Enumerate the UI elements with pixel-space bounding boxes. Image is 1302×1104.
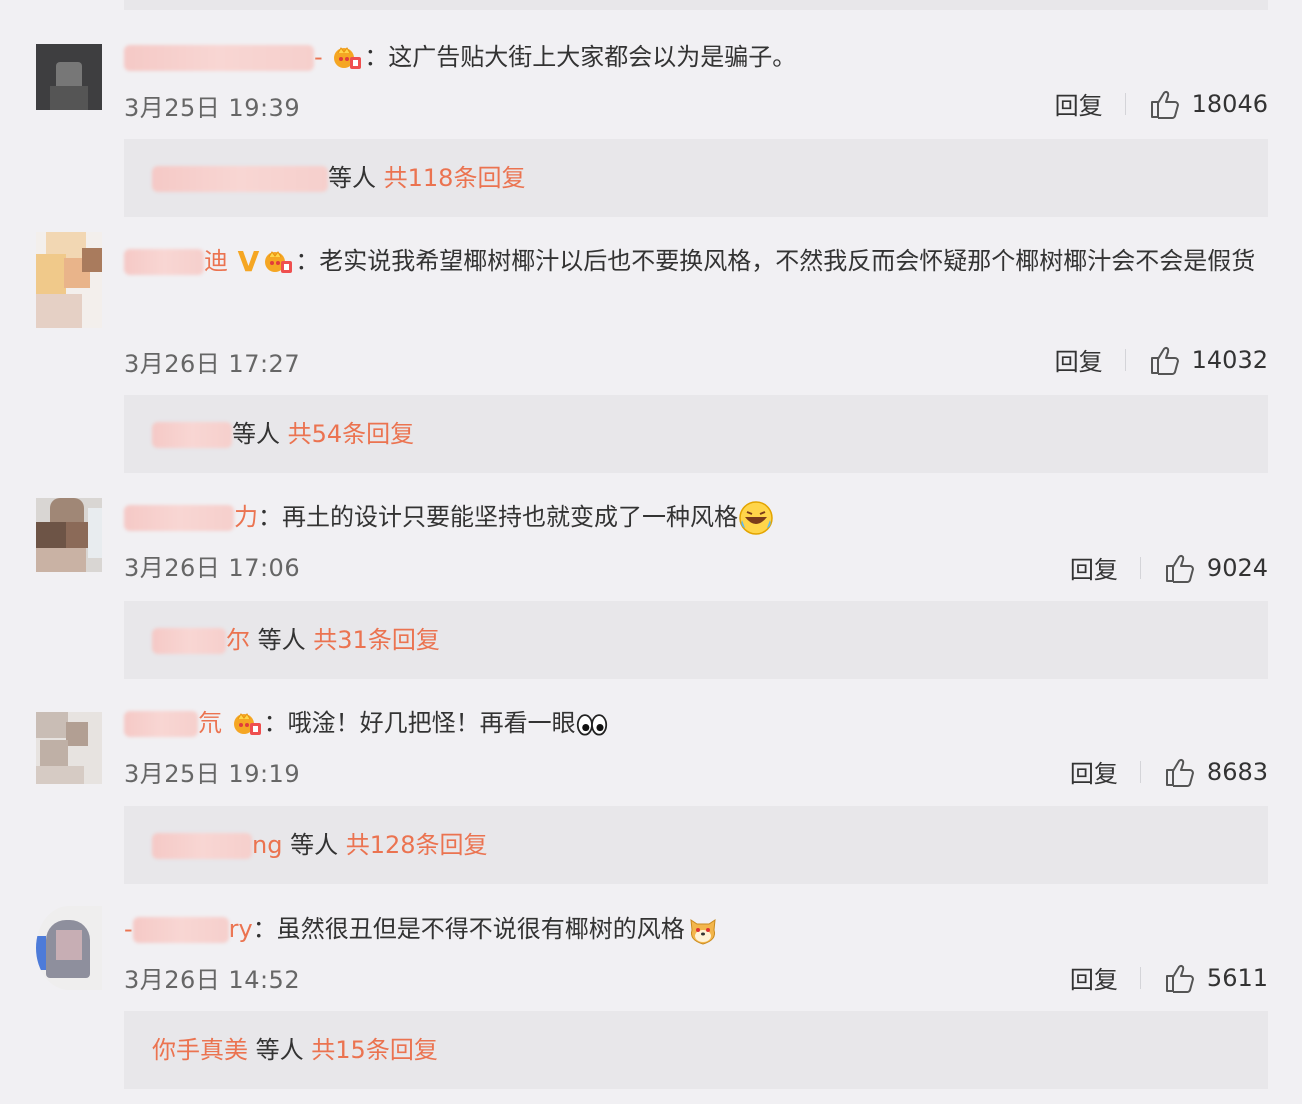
eyes-emoji-icon <box>576 714 607 736</box>
thumbs-up-icon[interactable] <box>1163 552 1195 584</box>
timestamp: 3月26日 14:52 <box>124 966 301 994</box>
reply-summary[interactable]: 等人 共54条回复 <box>124 395 1268 473</box>
divider <box>1139 760 1141 783</box>
divider <box>1124 92 1126 115</box>
reply-button[interactable]: 回复 <box>1055 86 1103 121</box>
avatar[interactable] <box>36 232 102 328</box>
like-count: 8683 <box>1206 757 1268 786</box>
username[interactable] <box>124 711 198 737</box>
reply-count-link[interactable]: 共118条回复 <box>384 164 526 192</box>
reply-count-link[interactable]: 共31条回复 <box>313 626 440 654</box>
reply-count-link[interactable]: 共15条回复 <box>311 1036 438 1064</box>
reply-summary[interactable]: 你手真美 等人 共15条回复 <box>124 1011 1268 1089</box>
reply-username[interactable] <box>152 422 232 448</box>
timestamp: 3月25日 19:19 <box>124 760 301 788</box>
previous-reply-box-edge <box>124 0 1268 10</box>
thumbs-up-icon[interactable] <box>1163 756 1195 788</box>
reply-button[interactable]: 回复 <box>1070 960 1118 995</box>
timestamp: 3月25日 19:39 <box>124 94 301 122</box>
comment-text-line: 氘 ：哦淦！好几把怪！再看一眼 <box>124 698 608 748</box>
reply-count-link[interactable]: 共54条回复 <box>288 420 415 448</box>
timestamp: 3月26日 17:06 <box>124 554 301 582</box>
like-count: 14032 <box>1191 345 1268 374</box>
comment-actions: 回复 9024 <box>1070 550 1268 585</box>
comment-actions: 回复 5611 <box>1070 960 1268 995</box>
avatar[interactable] <box>36 44 102 110</box>
reply-username[interactable]: 你手真美 <box>152 1036 248 1064</box>
verified-v-icon: V <box>237 245 260 278</box>
reply-count-link[interactable]: 共128条回复 <box>346 831 488 859</box>
comment-actions: 回复 8683 <box>1070 754 1268 789</box>
reply-summary[interactable]: 尔 等人 共31条回复 <box>124 601 1268 679</box>
comment-text-line: - ：这广告贴大街上大家都会以为是骗子。 <box>124 32 796 82</box>
reply-username[interactable] <box>152 833 252 859</box>
comment-text: ：虽然很丑但是不得不说很有椰树的风格 <box>252 915 685 943</box>
divider <box>1124 348 1126 371</box>
reply-summary[interactable]: ng 等人 共128条回复 <box>124 806 1268 884</box>
comment-text-line: 迪 V ：老实说我希望椰树椰汁以后也不要换风格，不然我反而会怀疑那个椰树椰汁会不会… <box>124 236 1274 287</box>
timestamp: 3月26日 17:27 <box>124 350 301 378</box>
like-count: 18046 <box>1191 89 1268 118</box>
comment-actions: 回复 18046 <box>1055 86 1268 121</box>
fan-badge-icon <box>263 247 293 277</box>
avatar[interactable] <box>36 498 102 572</box>
comment-text: ：老实说我希望椰树椰汁以后也不要换风格，不然我反而会怀疑那个椰树椰汁会不会是假货 <box>295 247 1256 275</box>
laughing-crying-emoji-icon <box>739 501 773 535</box>
thumbs-up-icon[interactable] <box>1148 344 1180 376</box>
doge-emoji-icon <box>690 918 716 945</box>
reply-button[interactable]: 回复 <box>1055 342 1103 377</box>
username[interactable] <box>132 917 229 943</box>
like-count: 5611 <box>1206 963 1268 992</box>
thumbs-up-icon[interactable] <box>1148 88 1180 120</box>
username[interactable] <box>124 45 314 71</box>
reply-username[interactable] <box>152 166 328 192</box>
fan-badge-icon <box>332 43 362 73</box>
thumbs-up-icon[interactable] <box>1163 962 1195 994</box>
comment-text: ：这广告贴大街上大家都会以为是骗子。 <box>364 43 797 71</box>
comment-text: ：再土的设计只要能坚持也就变成了一种风格 <box>258 503 738 531</box>
avatar[interactable] <box>36 712 102 784</box>
like-count: 9024 <box>1206 553 1268 582</box>
reply-button[interactable]: 回复 <box>1070 754 1118 789</box>
divider <box>1139 556 1141 579</box>
reply-button[interactable]: 回复 <box>1070 550 1118 585</box>
reply-summary[interactable]: 等人 共118条回复 <box>124 139 1268 217</box>
comment-text-line: 力：再土的设计只要能坚持也就变成了一种风格 <box>124 492 774 542</box>
fan-badge-icon <box>232 709 262 739</box>
comment-text: ：哦淦！好几把怪！再看一眼 <box>263 709 576 737</box>
username[interactable] <box>124 505 234 531</box>
comment-text-line: - ry：虽然很丑但是不得不说很有椰树的风格 <box>124 904 721 954</box>
reply-username[interactable] <box>152 628 226 654</box>
divider <box>1139 966 1141 989</box>
avatar[interactable] <box>36 906 102 990</box>
comment-actions: 回复 14032 <box>1055 342 1268 377</box>
username[interactable] <box>124 249 204 275</box>
